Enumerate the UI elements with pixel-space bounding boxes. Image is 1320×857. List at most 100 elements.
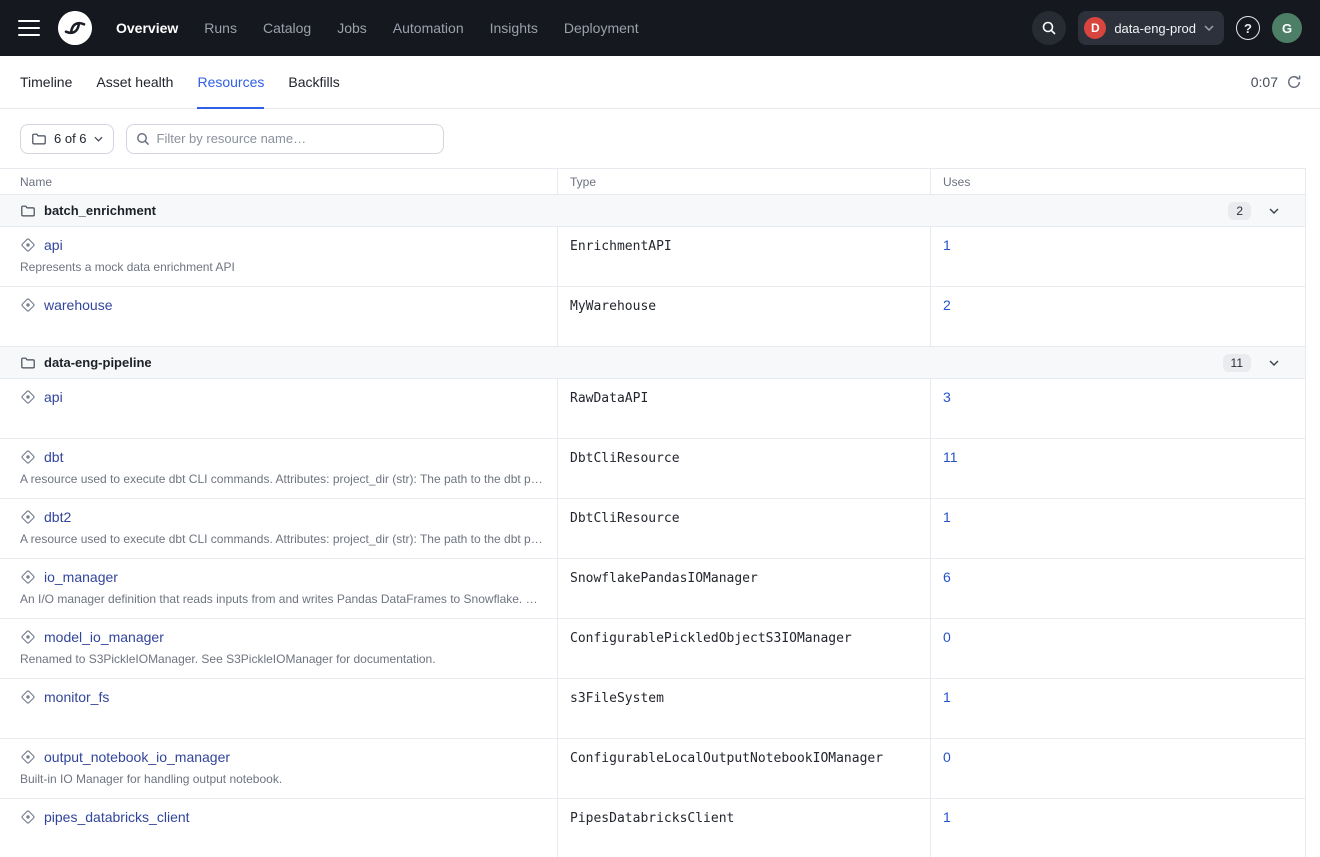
resource-type: DbtCliResource — [557, 499, 930, 558]
resource-icon — [20, 689, 36, 705]
resource-uses-cell: 11 — [930, 439, 1305, 498]
group-name: batch_enrichment — [44, 203, 156, 218]
folder-icon — [31, 131, 47, 147]
deployment-badge: D — [1084, 17, 1106, 39]
group-count-label: 6 of 6 — [54, 131, 87, 146]
resource-icon — [20, 629, 36, 645]
resource-row: dbt A resource used to execute dbt CLI co… — [0, 439, 1305, 499]
dagster-logo[interactable] — [58, 11, 92, 45]
nav-item-catalog[interactable]: Catalog — [263, 20, 311, 36]
resource-row: pipes_databricks_client PipesDatabricksCl… — [0, 799, 1305, 857]
resource-uses-cell: 2 — [930, 287, 1305, 346]
resource-row: api RawDataAPI 3 — [0, 379, 1305, 439]
resource-name-cell: io_manager An I/O manager definition that… — [0, 559, 557, 618]
chevron-down-icon[interactable] — [1269, 208, 1279, 214]
resources-table: Name Type Uses batch_enrichment2apiRepre… — [0, 168, 1306, 857]
nav-item-deployment[interactable]: Deployment — [564, 20, 639, 36]
resource-name-line: warehouse — [20, 297, 545, 313]
uses-count-link[interactable]: 1 — [943, 509, 951, 525]
nav-item-insights[interactable]: Insights — [490, 20, 538, 36]
hamburger-menu-icon[interactable] — [18, 15, 44, 41]
resource-filter-input[interactable] — [126, 124, 444, 154]
main-nav: Overview Runs Catalog Jobs Automation In… — [116, 20, 639, 36]
refresh-icon[interactable] — [1286, 74, 1302, 90]
chevron-down-icon[interactable] — [1269, 360, 1279, 366]
nav-item-overview[interactable]: Overview — [116, 20, 178, 36]
group-count-dropdown[interactable]: 6 of 6 — [20, 124, 114, 154]
resource-description: A resource used to execute dbt CLI comma… — [20, 532, 545, 546]
resource-description: An I/O manager definition that reads inp… — [20, 592, 545, 606]
group-name: data-eng-pipeline — [44, 355, 152, 370]
chevron-down-icon — [1204, 25, 1214, 31]
resource-row: output_notebook_io_managerBuilt-in IO Ma… — [0, 739, 1305, 799]
resource-link[interactable]: model_io_manager — [44, 629, 164, 645]
uses-count-link[interactable]: 11 — [943, 449, 958, 465]
resource-link[interactable]: pipes_databricks_client — [44, 809, 190, 825]
tab-backfills[interactable]: Backfills — [288, 56, 339, 108]
top-nav: Overview Runs Catalog Jobs Automation In… — [0, 0, 1320, 56]
nav-item-jobs[interactable]: Jobs — [337, 20, 367, 36]
uses-count-link[interactable]: 2 — [943, 297, 951, 313]
resource-icon — [20, 569, 36, 585]
resource-row: monitor_fss3FileSystem1 — [0, 679, 1305, 739]
resource-link[interactable]: io_manager — [44, 569, 118, 585]
resource-type: RawDataAPI — [557, 379, 930, 438]
resource-name-cell: warehouse — [0, 287, 557, 346]
resource-uses-cell: 1 — [930, 799, 1305, 857]
resource-uses-cell: 6 — [930, 559, 1305, 618]
resource-name-line: dbt2 — [20, 509, 545, 525]
resource-type: EnrichmentAPI — [557, 227, 930, 286]
uses-count-link[interactable]: 1 — [943, 809, 951, 825]
resource-name-cell: api — [0, 379, 557, 438]
resource-group-row[interactable]: batch_enrichment 2 — [0, 195, 1305, 227]
resource-row: warehouseMyWarehouse2 — [0, 287, 1305, 347]
deployment-switcher[interactable]: D data-eng-prod — [1078, 11, 1224, 45]
resource-uses-cell: 0 — [930, 739, 1305, 798]
resource-type: DbtCliResource — [557, 439, 930, 498]
uses-count-link[interactable]: 1 — [943, 237, 951, 253]
question-mark-icon: ? — [1244, 21, 1252, 36]
user-avatar[interactable]: G — [1272, 13, 1302, 43]
nav-item-automation[interactable]: Automation — [393, 20, 464, 36]
nav-item-runs[interactable]: Runs — [204, 20, 237, 36]
resource-uses-cell: 3 — [930, 379, 1305, 438]
resource-group-row[interactable]: data-eng-pipeline11 — [0, 347, 1305, 379]
resource-link[interactable]: api — [44, 237, 63, 253]
uses-count-link[interactable]: 3 — [943, 389, 951, 405]
resource-link[interactable]: output_notebook_io_manager — [44, 749, 230, 765]
resource-uses-cell: 1 — [930, 227, 1305, 286]
tab-asset-health[interactable]: Asset health — [96, 56, 173, 108]
resource-row: io_manager An I/O manager definition that… — [0, 559, 1305, 619]
uses-count-link[interactable]: 0 — [943, 629, 951, 645]
resource-link[interactable]: dbt — [44, 449, 63, 465]
resource-name-line: io_manager — [20, 569, 545, 585]
resource-uses-cell: 1 — [930, 499, 1305, 558]
resource-description: A resource used to execute dbt CLI comma… — [20, 472, 545, 486]
resource-link[interactable]: warehouse — [44, 297, 113, 313]
tab-resources[interactable]: Resources — [197, 56, 264, 108]
tab-timeline[interactable]: Timeline — [20, 56, 72, 108]
resource-type: SnowflakePandasIOManager — [557, 559, 930, 618]
deployment-name: data-eng-prod — [1114, 21, 1196, 36]
help-button[interactable]: ? — [1236, 16, 1260, 40]
uses-count-link[interactable]: 1 — [943, 689, 951, 705]
search-button[interactable] — [1032, 11, 1066, 45]
resource-link[interactable]: dbt2 — [44, 509, 71, 525]
resource-description: Represents a mock data enrichment API — [20, 260, 545, 274]
resource-name-cell: api Represents a mock data enrichment API — [0, 227, 557, 286]
uses-count-link[interactable]: 6 — [943, 569, 951, 585]
group-count-badge: 2 — [1228, 202, 1251, 220]
resource-link[interactable]: api — [44, 389, 63, 405]
resource-icon — [20, 297, 36, 313]
resource-type: PipesDatabricksClient — [557, 799, 930, 857]
resource-link[interactable]: monitor_fs — [44, 689, 109, 705]
resource-icon — [20, 237, 36, 253]
refresh-timer: 0:07 — [1251, 74, 1278, 90]
folder-icon — [20, 203, 36, 219]
column-header-type: Type — [557, 169, 930, 194]
resource-name-line: monitor_fs — [20, 689, 545, 705]
resource-name-cell: dbt A resource used to execute dbt CLI co… — [0, 439, 557, 498]
uses-count-link[interactable]: 0 — [943, 749, 951, 765]
nav-right-cluster: D data-eng-prod ? G — [1032, 11, 1302, 45]
resource-name-cell: dbt2 A resource used to execute dbt CLI c… — [0, 499, 557, 558]
